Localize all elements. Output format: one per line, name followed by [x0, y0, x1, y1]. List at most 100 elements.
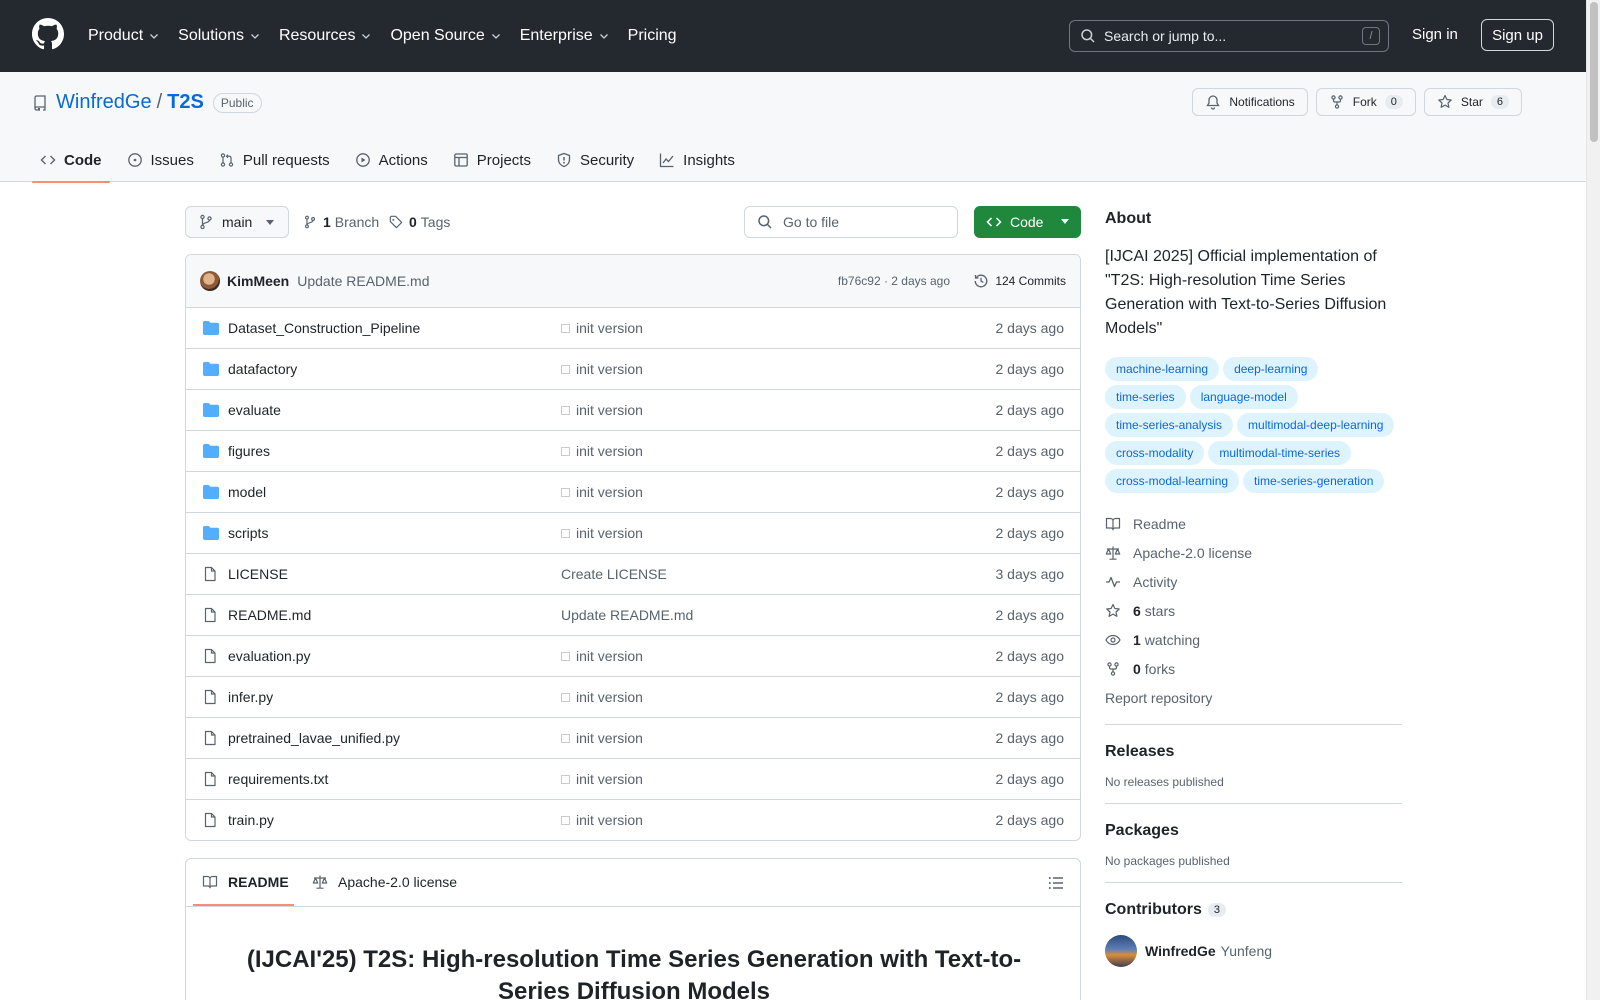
table-row[interactable]: LICENSE Create LICENSE 3 days ago: [186, 554, 1080, 595]
table-row[interactable]: datafactory init version 2 days ago: [186, 349, 1080, 390]
avatar[interactable]: [1105, 935, 1137, 967]
file-commit-message[interactable]: init version: [561, 443, 643, 459]
tab-pull-requests[interactable]: Pull requests: [211, 138, 338, 182]
global-search-input[interactable]: Search or jump to... /: [1069, 20, 1389, 52]
topic-tag[interactable]: multimodal-deep-learning: [1237, 413, 1395, 437]
file-commit-message[interactable]: init version: [561, 689, 643, 705]
forks-link[interactable]: 0 forks: [1105, 654, 1402, 683]
repo-owner-link[interactable]: WinfredGe: [56, 91, 152, 114]
releases-empty-text: No releases published: [1105, 775, 1224, 789]
topic-tag[interactable]: language-model: [1189, 385, 1298, 409]
tab-actions[interactable]: Actions: [347, 138, 436, 182]
topic-tag[interactable]: time-series-analysis: [1105, 413, 1234, 437]
fork-button[interactable]: Fork 0: [1315, 88, 1416, 116]
tab-code[interactable]: Code: [32, 138, 110, 183]
activity-link[interactable]: Activity: [1105, 567, 1402, 596]
file-commit-message[interactable]: init version: [561, 648, 643, 664]
tab-insights[interactable]: Insights: [651, 138, 743, 182]
tab-readme[interactable]: README: [202, 874, 289, 890]
license-link[interactable]: Apache-2.0 license: [1105, 538, 1402, 567]
file-commit-message[interactable]: Create LICENSE: [561, 566, 667, 582]
readme-link[interactable]: Readme: [1105, 509, 1402, 538]
file-name-link[interactable]: requirements.txt: [228, 771, 328, 787]
file-name-link[interactable]: infer.py: [228, 689, 273, 705]
file-name-link[interactable]: train.py: [228, 812, 274, 828]
file-commit-message[interactable]: init version: [561, 771, 643, 787]
contributors-heading[interactable]: Contributors 3: [1105, 901, 1402, 919]
sign-in-link[interactable]: Sign in: [1412, 26, 1458, 43]
file-name-link[interactable]: datafactory: [228, 361, 297, 377]
topic-tag[interactable]: machine-learning: [1105, 357, 1220, 381]
branches-link[interactable]: 1 Branch: [303, 214, 379, 230]
watchers-link[interactable]: 1 watching: [1105, 625, 1402, 654]
table-row[interactable]: model init version 2 days ago: [186, 472, 1080, 513]
nav-open-source[interactable]: Open Source: [390, 27, 501, 45]
page-scrollbar[interactable]: [1586, 0, 1600, 1000]
tags-link[interactable]: 0 Tags: [389, 214, 450, 230]
report-repository-link[interactable]: Report repository: [1105, 683, 1402, 712]
tab-security[interactable]: Security: [548, 138, 642, 182]
file-commit-message[interactable]: init version: [561, 812, 643, 828]
topic-tag[interactable]: time-series: [1105, 385, 1186, 409]
commits-history-link[interactable]: 124 Commits: [973, 273, 1066, 289]
file-commit-message[interactable]: init version: [561, 320, 643, 336]
table-row[interactable]: evaluation.py init version 2 days ago: [186, 636, 1080, 677]
table-row[interactable]: figures init version 2 days ago: [186, 431, 1080, 472]
github-logo-icon[interactable]: [32, 18, 64, 50]
tab-license[interactable]: Apache-2.0 license: [312, 874, 457, 890]
file-name-link[interactable]: model: [228, 484, 266, 500]
table-row[interactable]: train.py init version 2 days ago: [186, 800, 1080, 840]
file-name-link[interactable]: Dataset_Construction_Pipeline: [228, 320, 420, 336]
topic-tag[interactable]: cross-modality: [1105, 441, 1205, 465]
table-row[interactable]: evaluate init version 2 days ago: [186, 390, 1080, 431]
stars-link[interactable]: 6 stars: [1105, 596, 1402, 625]
notifications-button[interactable]: Notifications: [1192, 88, 1308, 116]
packages-heading[interactable]: Packages: [1105, 822, 1402, 840]
file-name-link[interactable]: evaluation.py: [228, 648, 311, 664]
file-commit-message[interactable]: init version: [561, 730, 643, 746]
commit-message-link[interactable]: Update README.md: [297, 273, 429, 289]
nav-product[interactable]: Product: [88, 27, 160, 45]
topic-tag[interactable]: deep-learning: [1223, 357, 1319, 381]
scrollbar-thumb[interactable]: [1590, 2, 1598, 142]
table-row[interactable]: README.md Update README.md 2 days ago: [186, 595, 1080, 636]
table-row[interactable]: requirements.txt init version 2 days ago: [186, 759, 1080, 800]
commit-hash-date[interactable]: fb76c92 · 2 days ago: [838, 274, 950, 288]
file-name-link[interactable]: scripts: [228, 525, 268, 541]
file-commit-message[interactable]: init version: [561, 361, 643, 377]
repo-name-link[interactable]: T2S: [167, 91, 204, 114]
nav-pricing[interactable]: Pricing: [628, 27, 677, 45]
file-commit-message[interactable]: init version: [561, 525, 643, 541]
file-name-link[interactable]: README.md: [228, 607, 311, 623]
file-commit-message[interactable]: init version: [561, 402, 643, 418]
file-name-link[interactable]: pretrained_lavae_unified.py: [228, 730, 400, 746]
tab-projects[interactable]: Projects: [445, 138, 539, 182]
nav-enterprise[interactable]: Enterprise: [520, 27, 610, 45]
nav-solutions[interactable]: Solutions: [178, 27, 261, 45]
commit-author-link[interactable]: KimMeen: [227, 273, 289, 289]
table-row[interactable]: Dataset_Construction_Pipeline init versio…: [186, 308, 1080, 349]
sign-up-button[interactable]: Sign up: [1481, 19, 1554, 51]
contributor-item[interactable]: WinfredGe Yunfeng: [1105, 935, 1402, 967]
code-dropdown-button[interactable]: Code: [974, 206, 1081, 238]
contributor-login[interactable]: WinfredGe: [1145, 943, 1216, 959]
list-unordered-icon[interactable]: [1048, 875, 1064, 891]
star-button[interactable]: Star 6: [1423, 88, 1522, 116]
nav-resources[interactable]: Resources: [279, 27, 372, 45]
topic-tag[interactable]: time-series-generation: [1243, 469, 1385, 493]
file-name-link[interactable]: evaluate: [228, 402, 281, 418]
table-row[interactable]: infer.py init version 2 days ago: [186, 677, 1080, 718]
releases-heading[interactable]: Releases: [1105, 743, 1402, 761]
tab-issues[interactable]: Issues: [119, 138, 202, 182]
file-commit-message[interactable]: Update README.md: [561, 607, 693, 623]
table-row[interactable]: pretrained_lavae_unified.py init version 2…: [186, 718, 1080, 759]
file-name-link[interactable]: LICENSE: [228, 566, 288, 582]
file-commit-message[interactable]: init version: [561, 484, 643, 500]
avatar[interactable]: [200, 271, 220, 291]
table-row[interactable]: scripts init version 2 days ago: [186, 513, 1080, 554]
topic-tag[interactable]: cross-modal-learning: [1105, 469, 1240, 493]
file-name-link[interactable]: figures: [228, 443, 270, 459]
go-to-file-input[interactable]: Go to file: [744, 206, 958, 238]
topic-tag[interactable]: multimodal-time-series: [1208, 441, 1352, 465]
branch-select-button[interactable]: main: [185, 206, 289, 238]
